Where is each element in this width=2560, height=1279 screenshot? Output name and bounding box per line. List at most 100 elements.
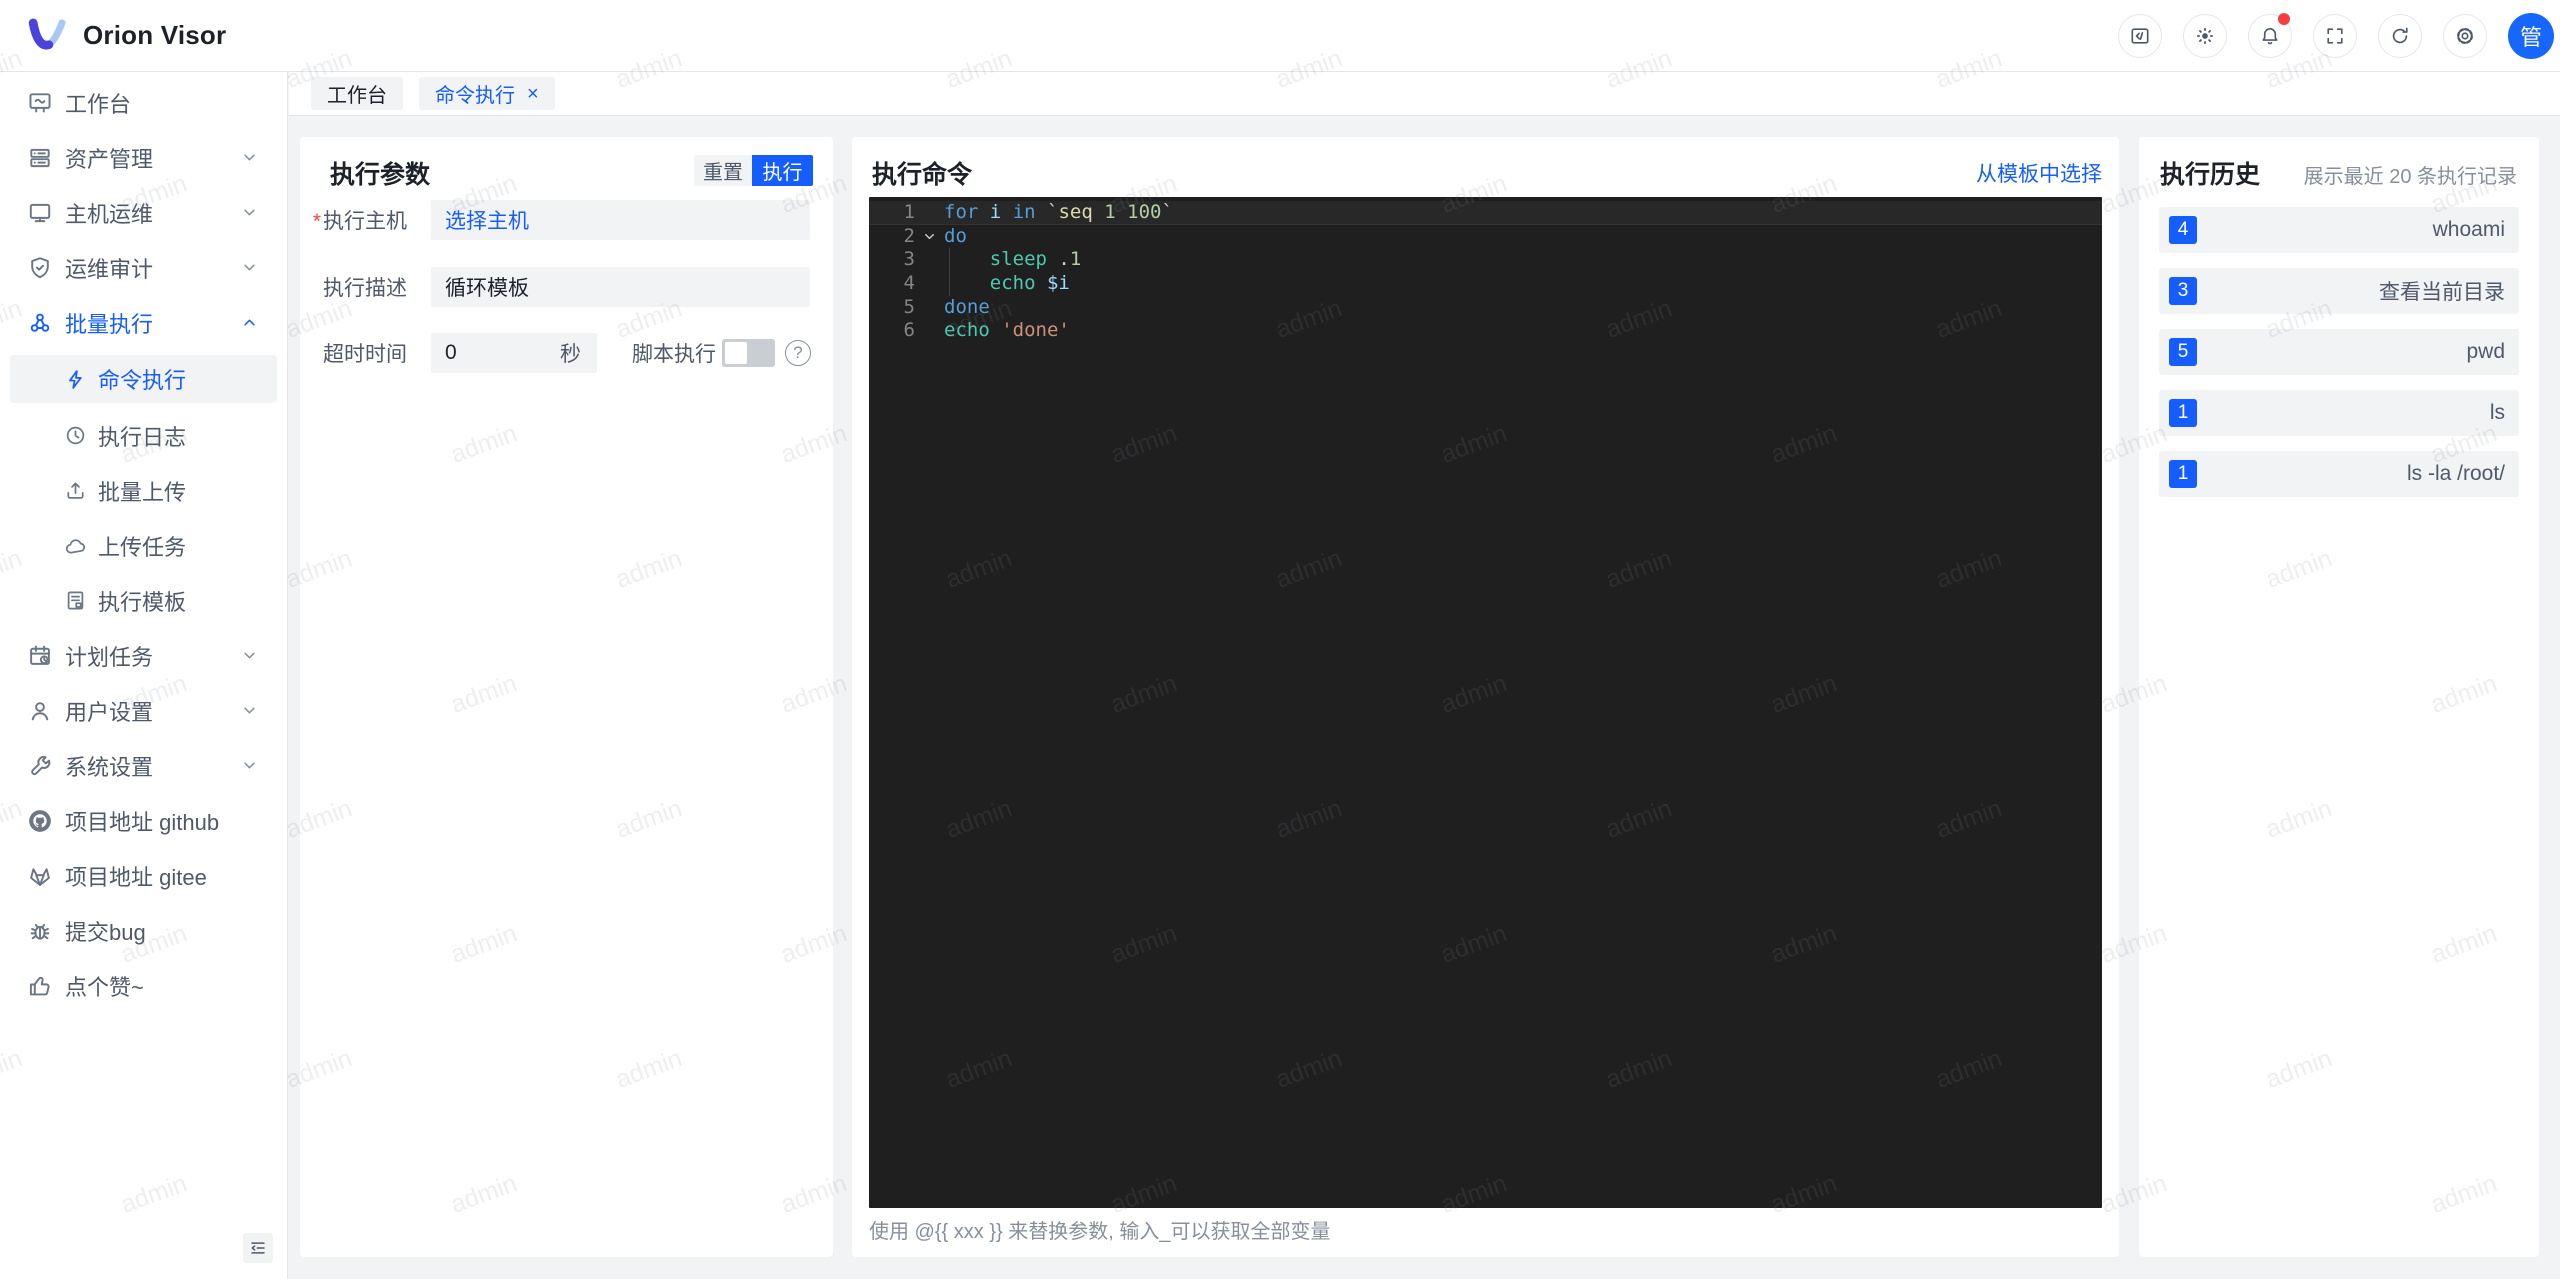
fold-gutter <box>915 248 944 272</box>
thumbs-up-icon <box>27 973 53 999</box>
sidebar-item-report-bug[interactable]: 提交bug <box>0 903 287 958</box>
sidebar-item-label: 项目地址 github <box>65 809 220 835</box>
editor-hint: 使用 @{{ xxx }} 来替换参数, 输入_可以获取全部变量 <box>869 1221 1331 1243</box>
sidebar-item-like[interactable]: 点个赞~ <box>0 958 287 1013</box>
tab-close-icon[interactable]: × <box>527 84 539 104</box>
desc-input[interactable]: 循环模板 <box>431 267 810 307</box>
host-select-trigger[interactable]: 选择主机 <box>445 205 529 235</box>
code-line-5: 5 done <box>869 296 2102 320</box>
history-count-badge: 1 <box>2169 399 2197 427</box>
sidebar-item-github[interactable]: 项目地址 github <box>0 793 287 848</box>
tab-命令执行[interactable]: 命令执行 × <box>419 77 555 110</box>
sidebar-item-batch-upload[interactable]: 批量上传 <box>0 463 287 518</box>
settings-button[interactable] <box>2443 13 2487 58</box>
sidebar-item-host-ops[interactable]: 主机运维 <box>0 185 287 240</box>
sidebar-item-workbench[interactable]: 工作台 <box>0 75 287 130</box>
sidebar-item-system-settings[interactable]: 系统设置 <box>0 738 287 793</box>
code-line-1: 1 for i in `seq 1 100` <box>869 201 2102 225</box>
history-count-badge: 5 <box>2169 338 2197 366</box>
history-item[interactable]: 1 ls <box>2159 390 2519 436</box>
script-exec-help-icon[interactable]: ? <box>785 340 811 366</box>
bell-icon <box>2259 25 2281 47</box>
timeout-input[interactable]: 0 秒 <box>431 333 597 373</box>
chevron-down-icon <box>242 205 257 220</box>
chevron-down-icon <box>242 703 257 718</box>
user-avatar[interactable]: 管 <box>2508 12 2554 59</box>
sidebar-item-ops-audit[interactable]: 运维审计 <box>0 240 287 295</box>
desc-field-label: 执行描述 <box>323 277 407 300</box>
code-text: sleep .1 <box>944 248 1081 272</box>
tab-工作台[interactable]: 工作台 <box>311 77 403 110</box>
execute-button[interactable]: 执行 <box>752 155 813 186</box>
sidebar-item-label: 计划任务 <box>65 644 154 670</box>
brand: Orion Visor <box>0 18 226 54</box>
sidebar-item-label: 点个赞~ <box>65 974 144 1000</box>
sidebar-item-label: 资产管理 <box>65 146 154 172</box>
sun-icon <box>2194 25 2216 47</box>
script-exec-toggle[interactable] <box>722 339 775 367</box>
shield-icon <box>27 255 53 281</box>
fold-gutter <box>915 296 944 320</box>
exec-history-panel: 执行历史 展示最近 20 条执行记录 4 whoami 3 查看当前目录 5 pwd 1 ls… <box>2139 137 2539 1257</box>
history-item[interactable]: 5 pwd <box>2159 329 2519 375</box>
theme-button[interactable] <box>2183 13 2227 58</box>
bug-icon <box>27 918 53 944</box>
header-actions: 管 <box>2118 12 2560 59</box>
orion-visor-logo-icon <box>28 18 66 50</box>
sidebar-item-label: 命令执行 <box>98 368 187 393</box>
fold-gutter <box>915 201 944 225</box>
clock-icon <box>64 424 87 447</box>
history-command: ls <box>2489 401 2505 424</box>
sidebar-item-exec-log[interactable]: 执行日志 <box>0 408 287 463</box>
script-exec-label: 脚本执行 <box>632 343 716 366</box>
timeout-field-label: 超时时间 <box>323 343 407 366</box>
code-text: echo 'done' <box>944 319 1070 342</box>
history-command: whoami <box>2432 218 2505 241</box>
fold-gutter <box>915 272 944 296</box>
sidebar-item-label: 执行日志 <box>98 424 187 450</box>
sidebar-item-user-settings[interactable]: 用户设置 <box>0 683 287 738</box>
line-number: 3 <box>903 248 915 271</box>
history-item[interactable]: 3 查看当前目录 <box>2159 268 2519 314</box>
sidebar-item-assets[interactable]: 资产管理 <box>0 130 287 185</box>
sidebar-item-schedule-task[interactable]: 计划任务 <box>0 628 287 683</box>
history-item[interactable]: 1 ls -la /root/ <box>2159 451 2519 497</box>
desc-input-value: 循环模板 <box>445 277 529 300</box>
sidebar-item-label: 用户设置 <box>65 699 154 725</box>
required-asterisk: * <box>312 210 321 233</box>
template-icon <box>64 589 87 612</box>
app-title: Orion Visor <box>83 20 227 50</box>
assets-icon <box>27 145 53 171</box>
sidebar-item-gitee[interactable]: 项目地址 gitee <box>0 848 287 903</box>
sidebar-collapse-button[interactable] <box>243 1233 273 1263</box>
tab-bar: 工作台 命令执行 × <box>289 72 2560 116</box>
sidebar-item-batch-exec[interactable]: 批量执行 <box>0 295 287 350</box>
code-text: do <box>944 224 967 247</box>
reset-button[interactable]: 重置 <box>694 155 752 186</box>
sidebar-item-label: 执行模板 <box>98 589 187 615</box>
code-text: for i in `seq 1 100` <box>944 201 1173 223</box>
lightning-icon <box>64 368 87 391</box>
sidebar-item-cmd-exec[interactable]: 命令执行 <box>10 355 277 403</box>
line-number: 5 <box>903 295 915 318</box>
sidebar-item-label: 项目地址 gitee <box>65 864 207 890</box>
host-select-field[interactable]: 选择主机 <box>431 200 810 240</box>
history-item[interactable]: 4 whoami <box>2159 207 2519 253</box>
notifications-button[interactable] <box>2248 12 2292 58</box>
fullscreen-button[interactable] <box>2313 13 2357 58</box>
sidebar-item-exec-template[interactable]: 执行模板 <box>0 573 287 628</box>
command-code-editor[interactable]: 1 for i in `seq 1 100` 2 do 3 sleep .1 4 echo… <box>869 197 2102 1208</box>
sidebar-item-label: 上传任务 <box>98 534 187 560</box>
refresh-button[interactable] <box>2378 13 2422 58</box>
wrench-icon <box>27 753 53 779</box>
host-field-row: *执行主机 选择主机 <box>300 200 810 240</box>
code-button[interactable] <box>2118 13 2162 58</box>
select-from-template-link[interactable]: 从模板中选择 <box>1976 158 2102 188</box>
fold-chevron-icon[interactable] <box>915 225 944 249</box>
sidebar-item-upload-task[interactable]: 上传任务 <box>0 518 287 573</box>
host-field-label: *执行主机 <box>312 210 407 233</box>
fullscreen-icon <box>2324 25 2346 47</box>
github-icon <box>27 808 53 834</box>
exec-params-actions: 重置 执行 <box>694 155 813 186</box>
exec-history-title: 执行历史 <box>2160 161 2261 189</box>
